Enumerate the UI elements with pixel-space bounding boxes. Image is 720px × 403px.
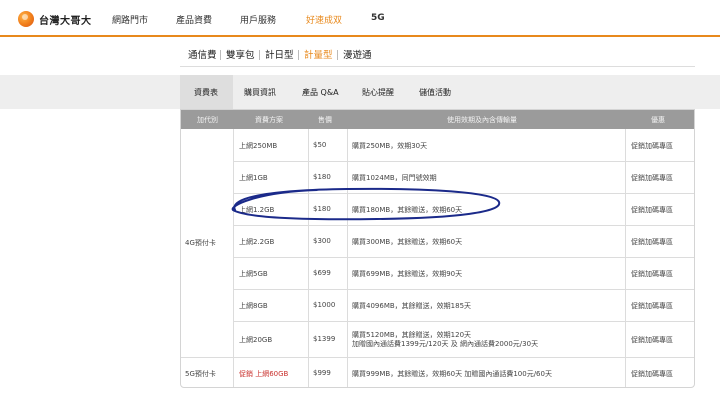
column-header-type: 加代別: [197, 116, 218, 124]
row-divider: [233, 289, 694, 290]
plan-description-extra: 加贈國內通話費1399元/120天 及 網內通話費2000元/30天: [352, 340, 539, 348]
menu-item-reminders[interactable]: 貼心提醒: [362, 87, 394, 98]
column-header-description: 使用效期及內含傳輸量: [447, 116, 517, 124]
row-divider: [233, 257, 694, 258]
promo-zone-link[interactable]: 促銷加碼專區: [631, 369, 673, 379]
plan-description: 購買180MB，其餘贈送，效期60天: [352, 206, 463, 214]
plan-name: 上網5GB: [239, 270, 268, 278]
column-header-offer: 優惠: [651, 116, 665, 124]
rates-table: 加代別 資費方案 售價 使用效期及內含傳輸量 優惠 4G預付卡 5G預付卡 上網…: [180, 109, 695, 388]
plan-name: 上網20GB: [239, 336, 273, 344]
nav-item-5g[interactable]: 5G: [371, 13, 385, 23]
plan-name-promo[interactable]: 促銷 上網60GB: [239, 369, 288, 379]
plan-description: 購買1024MB，同門號效期: [352, 174, 437, 182]
column-divider: [347, 129, 348, 387]
plan-description: 購買250MB，效期30天: [352, 142, 428, 150]
plan-price: $180: [313, 173, 331, 181]
plan-name: 上網250MB: [239, 142, 278, 150]
menu-item-faq[interactable]: 產品 Q&A: [302, 87, 339, 98]
plan-description: 購買699MB，其餘贈送，效期90天: [352, 270, 463, 278]
menu-item-purchase-info[interactable]: 購買資訊: [244, 87, 276, 98]
tab-roaming[interactable]: 漫遊通: [343, 47, 372, 61]
row-divider: [233, 225, 694, 226]
promo-zone-link[interactable]: 促銷加碼專區: [631, 335, 673, 345]
plan-price: $1399: [313, 335, 336, 343]
brand-name: 台灣大哥大: [39, 15, 92, 27]
nav-item-promo[interactable]: 好速成双: [306, 13, 342, 26]
promo-zone-link[interactable]: 促銷加碼專區: [631, 237, 673, 247]
plan-name: 上網8GB: [239, 302, 268, 310]
plan-description: 購買300MB，其餘贈送，效期60天: [352, 238, 463, 246]
plan-price: $50: [313, 141, 327, 149]
menu-item-rates[interactable]: 資費表: [194, 87, 218, 98]
row-divider: [181, 357, 694, 358]
promo-zone-link[interactable]: 促銷加碼專區: [631, 205, 673, 215]
tab-daily[interactable]: 計日型: [265, 47, 294, 61]
tab-dual-pack[interactable]: 雙享包: [226, 47, 255, 61]
nav-item-products[interactable]: 產品資費: [176, 13, 212, 26]
group-label-4g: 4G預付卡: [185, 239, 216, 247]
promo-zone-link[interactable]: 促銷加碼專區: [631, 269, 673, 279]
tab-separator: [337, 50, 338, 60]
plan-name: 上網2.2GB: [239, 238, 275, 246]
column-header-price: 售價: [318, 116, 332, 124]
plan-description: 購買999MB，其餘贈送，效期60天 加贈國內通話費100元/60天: [352, 370, 552, 378]
column-header-plan: 資費方案: [255, 116, 283, 124]
brand-logo[interactable]: 台灣大哥大: [18, 10, 92, 28]
promo-zone-link[interactable]: 促銷加碼專區: [631, 173, 673, 183]
plan-description: 購買4096MB，其餘贈送，效期185天: [352, 302, 472, 310]
column-divider: [308, 129, 309, 387]
promo-zone-link[interactable]: 促銷加碼專區: [631, 141, 673, 151]
nav-item-customer-service[interactable]: 用戶服務: [240, 13, 276, 26]
top-navigation-bar: 台灣大哥大 網路門市 產品資費 用戶服務 好速成双 5G: [0, 0, 720, 37]
plan-name: 上網1.2GB: [239, 206, 275, 214]
promo-zone-link[interactable]: 促銷加碼專區: [631, 301, 673, 311]
tab-separator: [298, 50, 299, 60]
column-divider: [233, 129, 234, 387]
plan-price: $699: [313, 269, 331, 277]
nav-item-online-store[interactable]: 網路門市: [112, 13, 148, 26]
section-menu-bar: [0, 75, 720, 109]
tab-volume[interactable]: 計量型: [304, 47, 333, 61]
top-nav-divider: [0, 35, 720, 37]
group-label-5g: 5G預付卡: [185, 370, 216, 378]
plan-name: 上網1GB: [239, 174, 268, 182]
plan-price: $1000: [313, 301, 336, 309]
row-divider: [233, 193, 694, 194]
tab-separator: [220, 50, 221, 60]
plan-price: $180: [313, 205, 331, 213]
column-divider: [625, 129, 626, 387]
plan-price: $300: [313, 237, 331, 245]
table-header: 加代別 資費方案 售價 使用效期及內含傳輸量 優惠: [181, 110, 694, 129]
plan-price: $999: [313, 369, 331, 377]
tab-separator: [259, 50, 260, 60]
tab-postpaid[interactable]: 通信費: [188, 47, 217, 61]
row-divider: [233, 321, 694, 322]
tabs-divider: [180, 66, 695, 67]
row-divider: [233, 161, 694, 162]
menu-item-topup-events[interactable]: 儲值活動: [419, 87, 451, 98]
brand-logo-icon: [18, 11, 34, 27]
